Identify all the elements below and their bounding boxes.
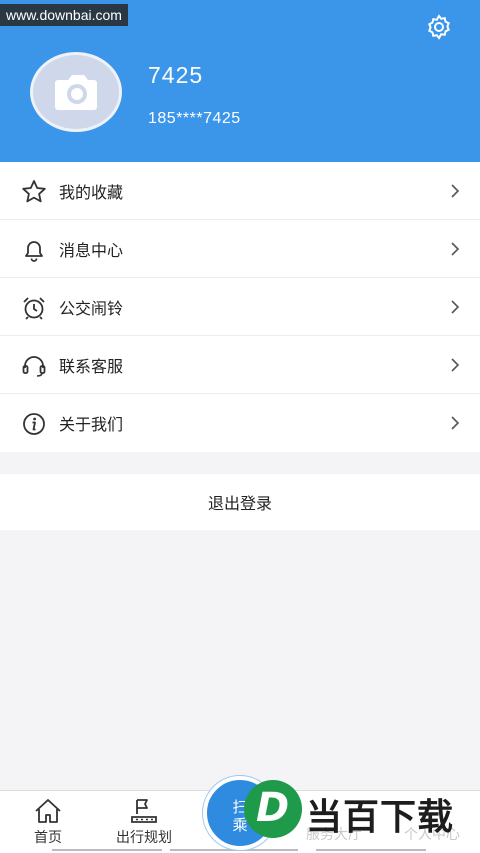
info-icon [23,413,45,435]
chevron-right-icon [451,242,460,256]
menu-item-favorites[interactable]: 我的收藏 [0,162,480,220]
brand-logo-icon: D [244,780,302,838]
brand-logo-letter: D [256,785,290,831]
menu-item-label: 公交闹铃 [59,298,124,318]
tab-label: 首页 [34,830,62,846]
menu-item-bus-alarm[interactable]: 公交闹铃 [0,278,480,336]
avatar[interactable] [30,52,122,132]
menu-item-about-us[interactable]: 关于我们 [0,394,480,452]
chevron-right-icon [451,184,460,198]
site-watermark: www.downbai.com [0,4,128,26]
headset-icon [22,356,46,377]
tab-label: 出行规划 [116,830,172,846]
menu-item-label: 我的收藏 [59,182,124,202]
home-icon [35,799,61,823]
brand-watermark-text: 当百下载 [306,797,455,838]
chevron-right-icon [451,416,460,430]
menu-item-customer-service[interactable]: 联系客服 [0,336,480,394]
menu-item-label: 联系客服 [59,356,124,376]
menu-list: 我的收藏 消息中心 公交闹铃 联系客服 关于我们 [0,162,480,452]
alarm-clock-icon [23,297,45,320]
menu-item-label: 关于我们 [59,415,124,434]
menu-item-label: 消息中心 [59,240,124,260]
chevron-right-icon [451,358,460,372]
tab-home[interactable]: 首页 [0,797,96,847]
bell-icon [25,241,43,262]
route-icon [131,799,157,823]
profile-header: www.downbai.com 7425 185****7425 [0,0,480,162]
logout-button[interactable]: 退出登录 [0,474,480,530]
username: 7425 [148,62,204,88]
phone-number: 185****7425 [148,110,241,127]
camera-icon [55,75,97,110]
tab-divider [316,849,426,851]
star-icon [22,180,46,203]
menu-item-messages[interactable]: 消息中心 [0,220,480,278]
brand-watermark: D 当百下载 [236,774,480,846]
tab-divider [52,849,162,851]
settings-gear-icon[interactable] [424,12,454,42]
tab-trip-planning[interactable]: 出行规划 [96,797,192,847]
chevron-right-icon [451,300,460,314]
